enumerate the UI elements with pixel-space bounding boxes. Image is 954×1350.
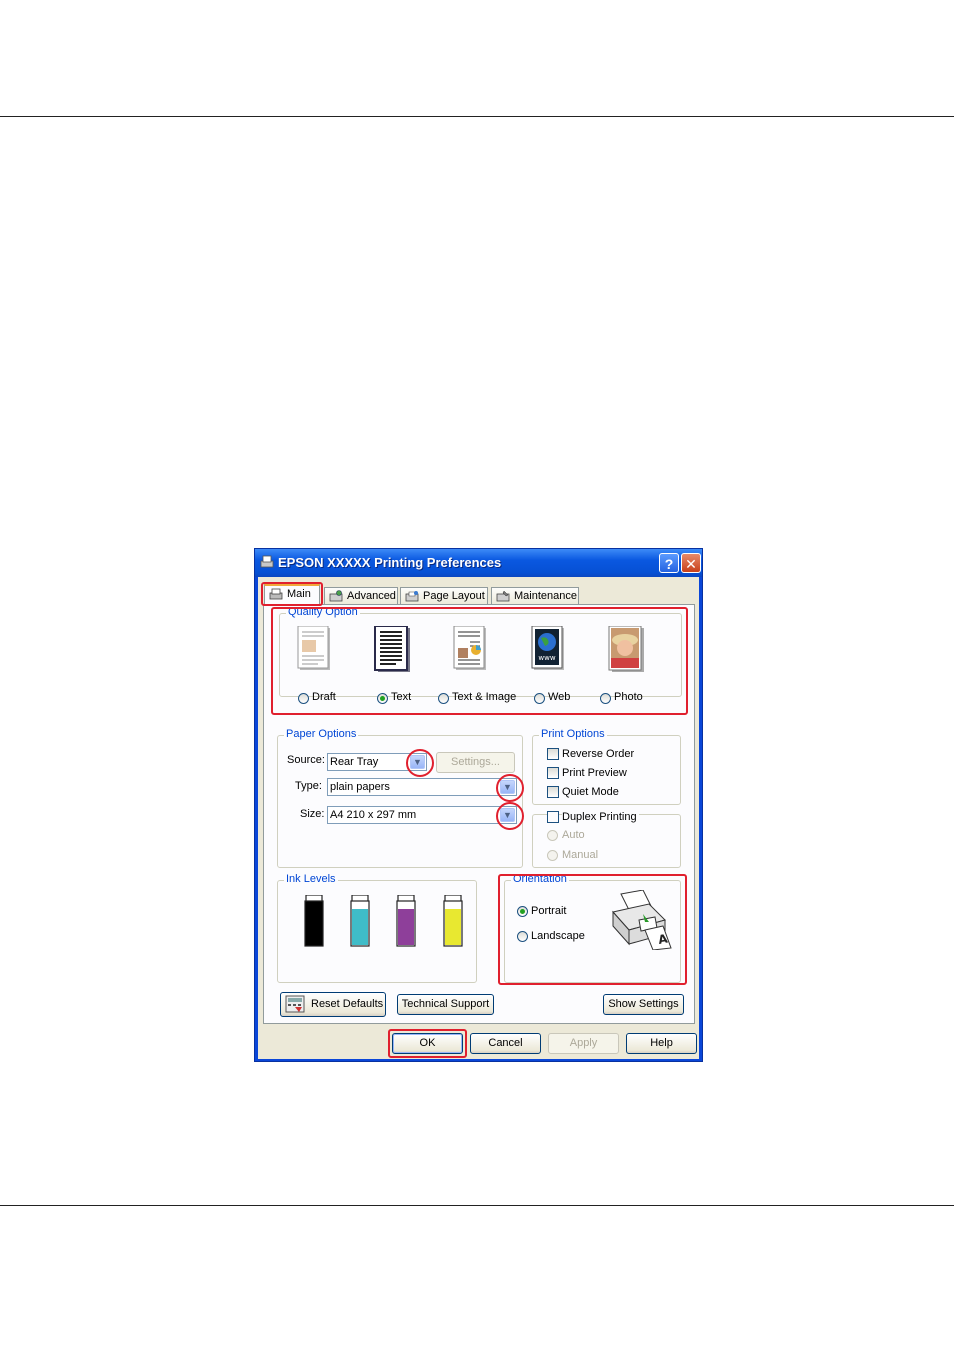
tab-advanced[interactable]: Advanced xyxy=(324,587,398,605)
tab-maintenance-label: Maintenance xyxy=(514,590,577,602)
duplex-auto-label: Auto xyxy=(562,829,585,841)
settings-button[interactable]: Settings... xyxy=(436,752,515,773)
source-dropdown-highlight xyxy=(406,749,434,777)
black-ink-cartridge-icon xyxy=(304,895,324,947)
footer-rule xyxy=(0,1205,954,1206)
magenta-ink-cartridge-icon xyxy=(396,895,416,947)
advanced-icon xyxy=(329,590,343,602)
size-label: Size: xyxy=(300,808,325,820)
printing-preferences-dialog: EPSON XXXXX Printing Preferences ? ✕ Mai… xyxy=(254,548,703,1062)
apply-button[interactable]: Apply xyxy=(548,1033,619,1054)
dialog-client: Main Advanced Page Layout Maintenance Qu… xyxy=(258,577,699,1059)
ok-button-highlight xyxy=(388,1029,467,1058)
ink-levels-label: Ink Levels xyxy=(284,873,338,885)
size-dropdown-highlight xyxy=(496,802,524,830)
type-value: plain papers xyxy=(330,781,390,793)
size-select[interactable]: A4 210 x 297 mm ▼ xyxy=(327,806,517,824)
reverse-order-checkbox[interactable] xyxy=(547,748,559,760)
tab-advanced-label: Advanced xyxy=(347,590,396,602)
maintenance-icon xyxy=(496,590,510,602)
quiet-mode-label: Quiet Mode xyxy=(562,786,619,798)
paper-options-label: Paper Options xyxy=(284,728,359,740)
yellow-ink-cartridge-icon xyxy=(443,895,463,947)
help-title-button[interactable]: ? xyxy=(659,553,679,573)
printer-icon xyxy=(260,555,274,568)
print-preview-checkbox[interactable] xyxy=(547,767,559,779)
source-label: Source: xyxy=(287,754,325,766)
print-options-group: Print Options Reverse Order Print Previe… xyxy=(532,728,681,805)
page-layout-icon xyxy=(405,591,419,602)
duplex-manual-label: Manual xyxy=(562,849,599,861)
paper-options-group: Paper Options Source: Rear Tray ▼ Settin… xyxy=(277,728,523,868)
quality-option-highlight xyxy=(271,607,688,715)
title-bar[interactable]: EPSON XXXXX Printing Preferences ? ✕ xyxy=(255,549,702,577)
close-button[interactable]: ✕ xyxy=(681,553,701,573)
cancel-button[interactable]: Cancel xyxy=(470,1033,541,1054)
cyan-ink-cartridge-icon xyxy=(350,895,370,947)
main-tab-highlight xyxy=(261,582,323,606)
help-button[interactable]: Help xyxy=(626,1033,697,1054)
reset-defaults-label: Reset Defaults xyxy=(311,998,384,1010)
print-options-label: Print Options xyxy=(539,728,607,740)
type-dropdown-highlight xyxy=(496,774,524,802)
technical-support-button[interactable]: Technical Support xyxy=(397,994,494,1015)
tab-page-layout[interactable]: Page Layout xyxy=(400,587,488,605)
size-value: A4 210 x 297 mm xyxy=(330,809,417,821)
reverse-order-label: Reverse Order xyxy=(562,748,635,760)
ink-levels-group: Ink Levels xyxy=(277,873,477,983)
source-value: Rear Tray xyxy=(330,756,379,768)
type-label: Type: xyxy=(295,780,322,792)
duplex-printing-label: Duplex Printing xyxy=(562,811,639,823)
show-settings-button[interactable]: Show Settings xyxy=(603,994,684,1015)
main-tab-page: Quality Option www Draft Text Text & Ima… xyxy=(263,604,695,1024)
reset-defaults-button[interactable]: Reset Defaults xyxy=(280,992,386,1017)
tab-page-layout-label: Page Layout xyxy=(423,590,485,602)
header-rule xyxy=(0,116,954,117)
duplex-printing-checkbox[interactable] xyxy=(547,811,559,823)
duplex-manual-radio[interactable] xyxy=(547,850,558,861)
reset-defaults-icon xyxy=(285,995,305,1013)
duplex-group: Duplex Printing Auto Manual xyxy=(532,811,681,868)
duplex-auto-radio[interactable] xyxy=(547,830,558,841)
orientation-highlight xyxy=(498,874,687,985)
print-preview-label: Print Preview xyxy=(562,767,627,779)
type-select[interactable]: plain papers ▼ xyxy=(327,778,517,796)
tab-maintenance[interactable]: Maintenance xyxy=(491,587,579,605)
window-title: EPSON XXXXX Printing Preferences xyxy=(278,555,502,570)
quiet-mode-checkbox[interactable] xyxy=(547,786,559,798)
